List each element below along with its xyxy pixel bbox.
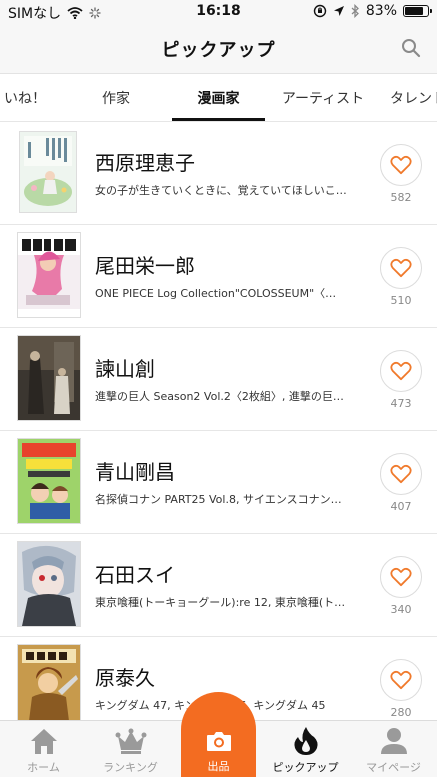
tab-manga-artist[interactable]: 漫画家 xyxy=(172,74,265,121)
creator-name: 青山剛昌 xyxy=(95,460,175,484)
like-button[interactable] xyxy=(380,556,422,598)
creator-name: 原泰久 xyxy=(95,666,155,690)
orientation-lock-icon xyxy=(313,4,327,18)
category-tabs: いね！ 作家 漫画家 アーティスト タレント xyxy=(0,74,437,122)
creator-row[interactable]: 西原理恵子 女の子が生きていくときに、覚えていてほしいこ… 582 xyxy=(0,122,437,225)
camera-icon xyxy=(181,730,256,752)
creator-works: 東京喰種(トーキョーグール):re 12, 東京喰種(ト… xyxy=(95,596,346,609)
creator-row[interactable]: 尾田栄一郎 ONE PIECE Log Collection"COLOSSEUM… xyxy=(0,225,437,328)
battery-fill xyxy=(405,7,423,15)
like-button[interactable] xyxy=(380,659,422,701)
creator-row[interactable]: 青山剛昌 名探偵コナン PART25 Vol.8, サイエンスコナン… 407 xyxy=(0,431,437,534)
tab-ranking-label: ランキング xyxy=(103,761,158,774)
creator-name: 西原理恵子 xyxy=(95,151,195,175)
heart-icon xyxy=(390,670,412,690)
like-count: 510 xyxy=(390,294,412,307)
like-button[interactable] xyxy=(380,247,422,289)
creator-works: 進撃の巨人 Season2 Vol.2〈2枚組〉, 進撃の巨… xyxy=(95,390,344,403)
book-cover-thumbnail xyxy=(18,542,80,626)
creator-name: 石田スイ xyxy=(95,563,175,587)
heart-icon xyxy=(390,155,412,175)
like-count: 582 xyxy=(390,191,412,204)
status-bar: SIMなし 16:18 83% xyxy=(0,0,437,24)
status-right: 83% xyxy=(313,3,432,19)
creator-works: 女の子が生きていくときに、覚えていてほしいこ… xyxy=(95,184,347,197)
flame-icon xyxy=(262,725,349,757)
heart-icon xyxy=(390,567,412,587)
book-cover-thumbnail xyxy=(18,336,80,420)
like-count: 280 xyxy=(390,706,412,719)
tab-pickup-label: ピックアップ xyxy=(272,761,339,774)
search-button[interactable] xyxy=(397,34,425,62)
like-count: 473 xyxy=(390,397,412,410)
tab-talent[interactable]: タレント xyxy=(378,74,437,121)
sell-button[interactable]: 出品 xyxy=(181,692,256,777)
creator-name: 尾田栄一郎 xyxy=(95,254,195,278)
book-cover-thumbnail xyxy=(18,645,80,720)
like-button[interactable] xyxy=(380,144,422,186)
heart-icon xyxy=(390,258,412,278)
tab-pickup[interactable]: ピックアップ xyxy=(262,721,349,777)
tab-active-indicator xyxy=(172,118,265,121)
book-cover-thumbnail xyxy=(18,439,80,523)
tab-likes[interactable]: いね！ xyxy=(0,74,68,121)
page-title: ピックアップ xyxy=(161,40,276,61)
crown-icon xyxy=(87,725,174,757)
home-icon xyxy=(0,725,87,757)
book-cover-thumbnail xyxy=(18,233,80,317)
battery-icon xyxy=(403,5,432,17)
tab-mypage-label: マイページ xyxy=(366,761,421,774)
nav-bar: ピックアップ xyxy=(0,24,437,74)
sell-label: 出品 xyxy=(207,760,230,773)
like-button[interactable] xyxy=(380,453,422,495)
bluetooth-icon xyxy=(351,4,359,18)
tab-artist[interactable]: アーティスト xyxy=(266,74,380,121)
heart-icon xyxy=(390,464,412,484)
creator-row[interactable]: 石田スイ 東京喰種(トーキョーグール):re 12, 東京喰種(ト… 340 xyxy=(0,534,437,637)
creator-works: ONE PIECE Log Collection"COLOSSEUM"〈… xyxy=(95,287,337,300)
like-count: 340 xyxy=(390,603,412,616)
like-count: 407 xyxy=(390,500,412,513)
creator-name: 諫山創 xyxy=(95,357,155,381)
tab-writer[interactable]: 作家 xyxy=(68,74,164,121)
heart-icon xyxy=(390,361,412,381)
tab-home-label: ホーム xyxy=(27,761,60,774)
book-cover-thumbnail xyxy=(20,132,76,212)
tab-home[interactable]: ホーム xyxy=(0,721,87,777)
person-icon xyxy=(350,725,437,757)
creator-works: 名探偵コナン PART25 Vol.8, サイエンスコナン… xyxy=(95,493,342,506)
tab-mypage[interactable]: マイページ xyxy=(350,721,437,777)
creator-row[interactable]: 諫山創 進撃の巨人 Season2 Vol.2〈2枚組〉, 進撃の巨… 473 xyxy=(0,328,437,431)
like-button[interactable] xyxy=(380,350,422,392)
location-arrow-icon xyxy=(333,6,344,16)
battery-percent: 83% xyxy=(365,3,397,19)
tab-ranking[interactable]: ランキング xyxy=(87,721,174,777)
search-icon xyxy=(402,39,421,58)
creator-list: 西原理恵子 女の子が生きていくときに、覚えていてほしいこ… 582 尾田栄一郎 … xyxy=(0,122,437,720)
